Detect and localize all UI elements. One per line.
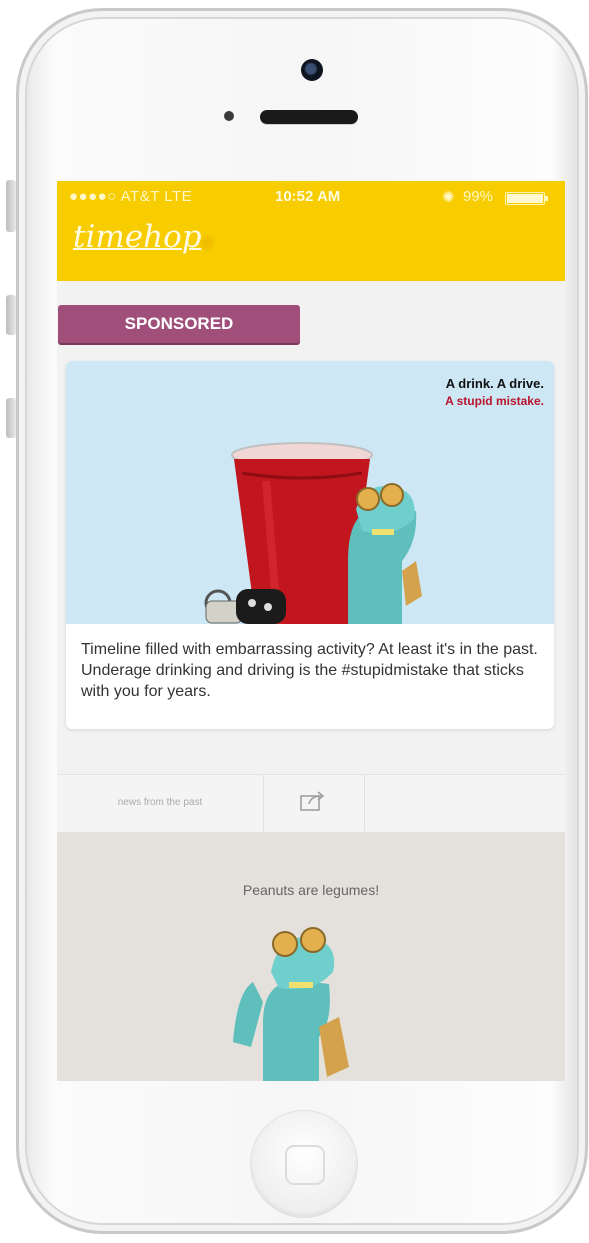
dinosaur-mascot-illustration: [233, 927, 349, 1081]
earpiece-speaker: [260, 110, 358, 124]
volume-up-button: [6, 295, 16, 335]
clock: 10:52 AM: [275, 188, 341, 205]
front-camera: [301, 59, 323, 81]
proximity-sensor: [224, 111, 234, 121]
sponsored-badge: SPONSORED: [58, 305, 300, 343]
divider: [263, 775, 264, 831]
mute-switch: [6, 180, 16, 232]
sponsored-ad-card[interactable]: A drink. A drive. A stupid mistake. Time…: [66, 361, 554, 729]
location-icon: ✺: [442, 189, 455, 206]
home-button[interactable]: [251, 1111, 357, 1217]
status-bar: ●●●●○ AT&T LTE 10:52 AM ✺ 99%: [65, 188, 557, 208]
timehop-logo: timehop: [73, 219, 202, 255]
volume-down-button: [6, 398, 16, 438]
ad-illustration: [204, 442, 422, 624]
app-header: ●●●●○ AT&T LTE 10:52 AM ✺ 99% timehop ✺: [57, 181, 565, 281]
home-square-icon: [285, 1145, 325, 1185]
ad-image[interactable]: A drink. A drive. A stupid mistake.: [66, 361, 554, 624]
carrier-label: ●●●●○ AT&T LTE: [69, 188, 193, 205]
post-actions-bar: news from the past: [57, 775, 565, 831]
news-from-the-past-link[interactable]: news from the past: [57, 775, 263, 831]
battery-icon: [505, 192, 548, 205]
app-screen: ●●●●○ AT&T LTE 10:52 AM ✺ 99% timehop ✺ …: [57, 181, 565, 1081]
fun-fact-card[interactable]: Peanuts are legumes!: [57, 832, 565, 1081]
share-icon[interactable]: [291, 790, 335, 814]
divider: [364, 775, 365, 831]
ad-body-text: Timeline filled with embarrassing activi…: [81, 641, 538, 700]
sun-icon: ✺: [197, 231, 217, 256]
battery-percent: 99%: [463, 188, 494, 205]
